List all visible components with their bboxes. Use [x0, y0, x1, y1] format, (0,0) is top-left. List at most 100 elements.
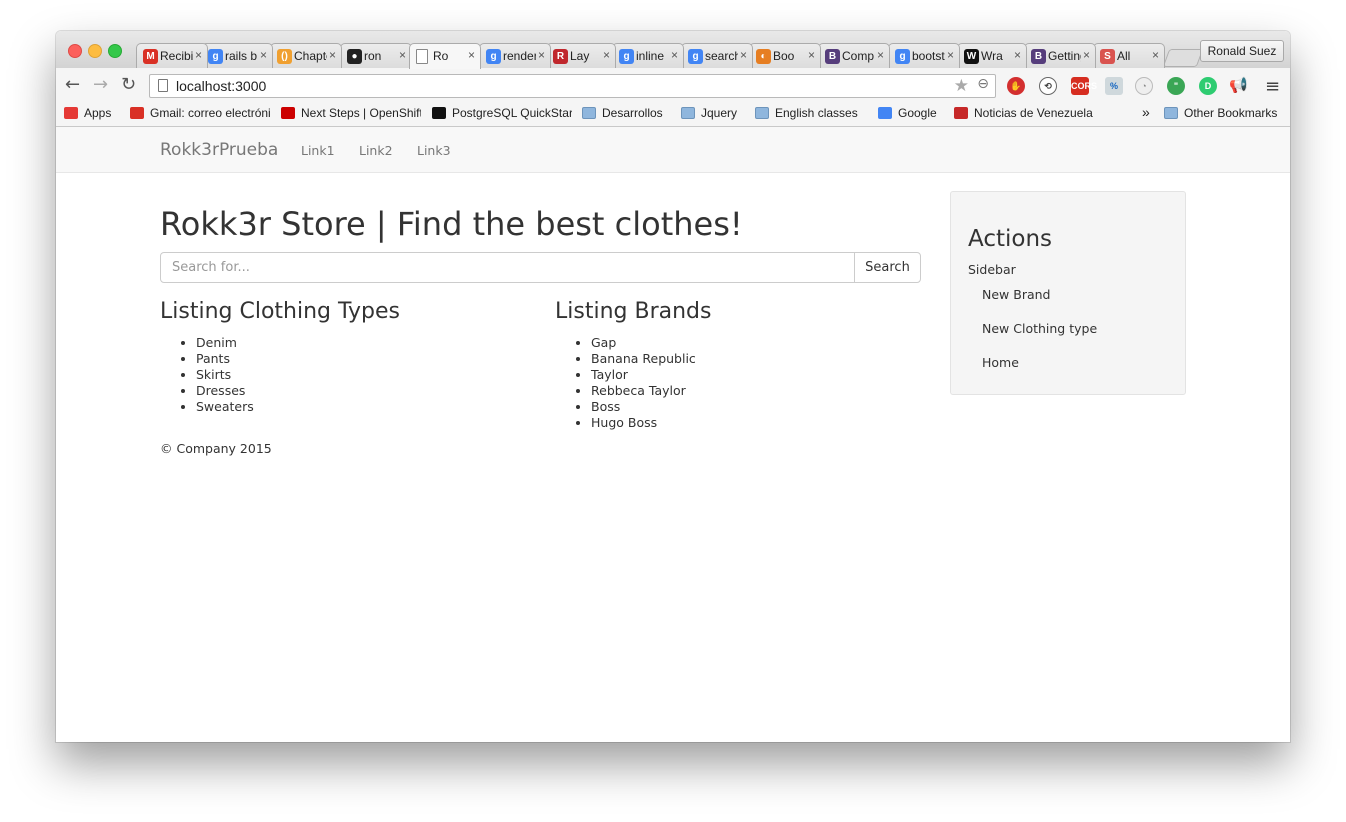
- bookmark-label: Desarrollos: [602, 106, 663, 120]
- tab-close-icon[interactable]: ×: [468, 48, 475, 62]
- bookmark-item[interactable]: English classes: [755, 106, 858, 120]
- list-item: Taylor: [591, 367, 696, 383]
- tab-title: search: [705, 49, 738, 63]
- browser-tab[interactable]: ● ron ×: [340, 43, 412, 68]
- other-bookmarks-label: Other Bookmarks: [1184, 106, 1278, 120]
- forward-arrow-icon[interactable]: →: [93, 74, 108, 95]
- nav-link-3[interactable]: Link3: [417, 143, 451, 158]
- sync-icon[interactable]: ⟲: [1039, 77, 1057, 95]
- close-window-button[interactable]: [68, 44, 82, 58]
- tab-close-icon[interactable]: ×: [808, 48, 815, 62]
- tab-title: Comp: [842, 49, 875, 63]
- chapter-icon: (): [277, 49, 292, 64]
- hangouts-icon[interactable]: ": [1167, 77, 1185, 95]
- browser-tab[interactable]: g rails b ×: [201, 43, 273, 68]
- tab-close-icon[interactable]: ×: [603, 48, 610, 62]
- browser-tab[interactable]: g bootst ×: [888, 43, 960, 68]
- tab-title: Getting: [1048, 49, 1081, 63]
- bookmark-label: Jquery: [701, 106, 738, 120]
- tab-close-icon[interactable]: ×: [947, 48, 954, 62]
- navbar-brand[interactable]: Rokk3rPrueba: [160, 140, 278, 160]
- tab-close-icon[interactable]: ×: [329, 48, 336, 62]
- tab-close-icon[interactable]: ×: [740, 48, 747, 62]
- zoom-window-button[interactable]: [108, 44, 122, 58]
- browser-tab[interactable]: ◐ Boo ×: [749, 43, 821, 68]
- browser-tab[interactable]: W Wra ×: [957, 43, 1027, 68]
- browser-tab[interactable]: M Recibi ×: [136, 43, 208, 68]
- address-bar[interactable]: localhost:3000 ★ ⊖: [149, 74, 996, 98]
- new-tab-button[interactable]: [1162, 49, 1204, 67]
- bookmark-item[interactable]: Google: [878, 106, 937, 120]
- browser-tab[interactable]: B Getting ×: [1024, 43, 1096, 68]
- tab-close-icon[interactable]: ×: [1152, 48, 1159, 62]
- speed-icon[interactable]: ◔: [1135, 77, 1153, 95]
- tab-close-icon[interactable]: ×: [195, 48, 202, 62]
- cors-icon[interactable]: CORS: [1071, 77, 1097, 95]
- hamburger-menu-icon[interactable]: ≡: [1265, 76, 1280, 97]
- percent-icon[interactable]: %: [1105, 77, 1123, 95]
- bookmark-item[interactable]: Gmail: correo electrónico: [130, 106, 270, 120]
- dashlane-icon[interactable]: D: [1199, 77, 1217, 95]
- reload-icon[interactable]: ↻: [121, 74, 136, 95]
- bookmark-label: Noticias de Venezuela: [974, 106, 1093, 120]
- page-icon: [416, 49, 428, 64]
- sidebar-title: Actions: [968, 226, 1053, 252]
- new-brand-link[interactable]: New Brand: [982, 287, 1050, 302]
- adblock-icon[interactable]: ✋: [1007, 77, 1025, 95]
- tab-close-icon[interactable]: ×: [399, 48, 406, 62]
- tab-title: inline: [636, 49, 665, 63]
- bookmarks-overflow-icon[interactable]: »: [1142, 104, 1150, 120]
- tab-strip: M Recibi × g rails b ×() Chapte × ● ron × Ro × g rende…: [56, 31, 1290, 69]
- tab-close-icon[interactable]: ×: [538, 48, 545, 62]
- minimize-window-button[interactable]: [88, 44, 102, 58]
- browser-tab[interactable]: Ro ×: [409, 43, 481, 69]
- tab-title: Ro: [433, 49, 449, 63]
- new-clothing-type-link[interactable]: New Clothing type: [982, 321, 1097, 336]
- browser-tab[interactable]: () Chapte ×: [270, 43, 342, 68]
- browser-tab[interactable]: g render ×: [479, 43, 551, 68]
- tab-title: Chapte: [294, 49, 327, 63]
- brands-list: GapBanana RepublicTaylorRebbeca TaylorBo…: [555, 335, 696, 431]
- home-link[interactable]: Home: [982, 355, 1019, 370]
- bookmark-item[interactable]: Noticias de Venezuela: [954, 106, 1093, 120]
- google-icon: [878, 107, 892, 119]
- tab-close-icon[interactable]: ×: [877, 48, 884, 62]
- back-arrow-icon[interactable]: ←: [65, 74, 80, 95]
- tab-close-icon[interactable]: ×: [671, 48, 678, 62]
- list-item: Banana Republic: [591, 351, 696, 367]
- browser-tab[interactable]: g inline ×: [612, 43, 684, 68]
- url-text[interactable]: localhost:3000: [176, 78, 266, 94]
- other-bookmarks[interactable]: Other Bookmarks: [1164, 106, 1277, 120]
- zoom-icon[interactable]: ⊖: [977, 76, 989, 92]
- megaphone-icon[interactable]: 📢: [1229, 77, 1248, 95]
- bookmark-item[interactable]: Next Steps | OpenShift: [281, 106, 421, 120]
- brands-heading: Listing Brands: [555, 299, 712, 324]
- search-input[interactable]: [160, 252, 855, 283]
- nav-link-1[interactable]: Link1: [301, 143, 335, 158]
- bookmark-label: Next Steps | OpenShift: [301, 106, 421, 120]
- bookmark-item[interactable]: Apps: [64, 106, 111, 120]
- tab-close-icon[interactable]: ×: [1083, 48, 1090, 62]
- browser-tab[interactable]: B Comp ×: [818, 43, 890, 68]
- list-item: Pants: [196, 351, 254, 367]
- bookmark-star-icon[interactable]: ★: [954, 76, 969, 96]
- browser-tab[interactable]: R Lay ×: [546, 43, 616, 68]
- tab-close-icon[interactable]: ×: [260, 48, 267, 62]
- news-icon: [954, 107, 968, 119]
- bookmark-item[interactable]: PostgreSQL QuickStart: [432, 106, 572, 120]
- browser-tab[interactable]: S All ×: [1093, 43, 1165, 68]
- tab-title: Boo: [773, 49, 795, 63]
- bookmark-item[interactable]: Jquery: [681, 106, 737, 120]
- profile-button[interactable]: Ronald Suez: [1200, 40, 1284, 62]
- browser-toolbar: ← → ↻ localhost:3000 ★ ⊖ ✋ ⟲ CORS % ◔ " …: [56, 68, 1290, 102]
- tab-close-icon[interactable]: ×: [1014, 48, 1021, 62]
- nav-link-2[interactable]: Link2: [359, 143, 393, 158]
- tab-title: ron: [364, 49, 382, 63]
- w-icon: W: [964, 49, 979, 64]
- page-title: Rokk3r Store | Find the best clothes!: [160, 205, 743, 243]
- search-button[interactable]: Search: [854, 252, 921, 283]
- google-icon: g: [688, 49, 703, 64]
- bookmark-item[interactable]: Desarrollos: [582, 106, 663, 120]
- browser-tab[interactable]: g search ×: [681, 43, 753, 68]
- folder-icon: [1164, 107, 1178, 119]
